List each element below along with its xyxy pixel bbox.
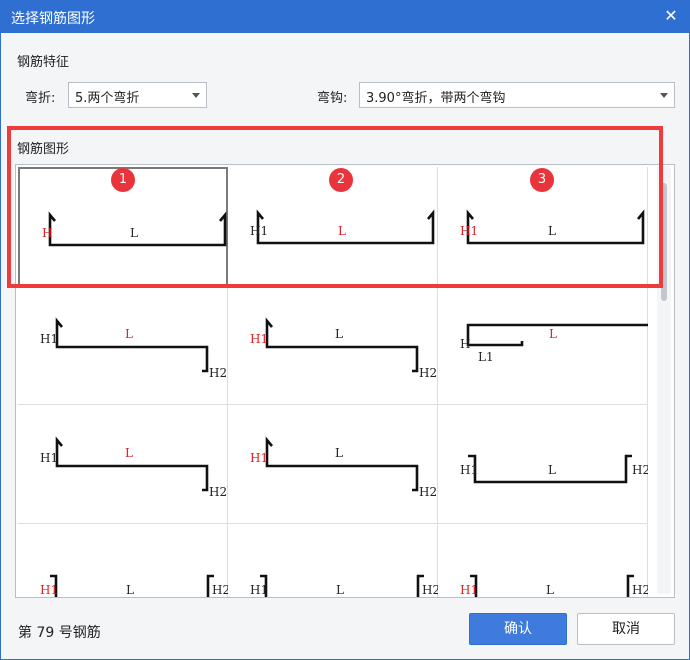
- dimension-label: H1: [40, 451, 58, 465]
- rebar-shape-diagram: H1 L H2: [460, 574, 648, 597]
- rebar-shape-option[interactable]: H1 L H2: [438, 405, 648, 524]
- scrollbar-thumb[interactable]: [661, 183, 667, 301]
- dimension-label: H2: [632, 583, 648, 597]
- dimension-label: L: [126, 583, 134, 597]
- rebar-shape-diagram: H1 L H2: [250, 317, 437, 380]
- dimension-label: L: [130, 226, 138, 240]
- rebar-shape-diagram: H1 L H2: [40, 574, 228, 597]
- dimension-label: H: [460, 337, 470, 351]
- rebar-shape-option[interactable]: H1 L H2: [438, 524, 648, 597]
- dimension-label: H1: [250, 451, 268, 465]
- dimension-label: H2: [209, 366, 227, 380]
- hook-label: 弯钩:: [317, 91, 348, 106]
- dimension-label: L: [548, 224, 556, 238]
- bend-select[interactable]: 5.两个弯折: [68, 82, 207, 108]
- bend-select-value: 5.两个弯折: [75, 91, 140, 106]
- dimension-label: L: [549, 327, 557, 341]
- dimension-label: H2: [419, 485, 437, 499]
- bend-label: 弯折:: [25, 91, 56, 106]
- dimension-label: H2: [209, 485, 227, 499]
- dimension-label: H2: [422, 583, 438, 597]
- rebar-line: [466, 323, 648, 347]
- dimension-label: H1: [460, 224, 478, 238]
- badge-2: 2: [329, 168, 353, 192]
- hook-select[interactable]: 3.90°弯折，带两个弯钩: [359, 82, 675, 108]
- rebar-number-status: 第 79 号钢筋: [18, 625, 101, 641]
- rebar-shape-option[interactable]: H1 L H2: [228, 524, 438, 597]
- rebar-shape-option[interactable]: H1 L H2: [18, 524, 228, 597]
- dimension-label: H1: [460, 463, 478, 477]
- rebar-shape-option[interactable]: H1 L H2: [18, 286, 228, 405]
- dimension-label: L: [338, 224, 346, 238]
- dimension-label: L1: [478, 350, 494, 364]
- cancel-button[interactable]: 取消: [577, 613, 675, 645]
- badge-1: 1: [111, 168, 135, 192]
- dimension-label: H1: [250, 224, 268, 238]
- dimension-label: H2: [632, 463, 648, 477]
- dimension-label: L: [336, 583, 344, 597]
- dimension-label: H2: [419, 366, 437, 380]
- chevron-down-icon: [192, 93, 200, 98]
- dimension-label: H1: [250, 332, 268, 346]
- rebar-shape-option[interactable]: H L L1: [438, 286, 648, 405]
- title-bar: 选择钢筋图形 ✕: [1, 1, 689, 33]
- dimension-label: H1: [40, 583, 58, 597]
- dimension-label: L: [125, 327, 133, 341]
- chevron-down-icon: [660, 93, 668, 98]
- rebar-shape-diagram: H1 L H2: [460, 454, 648, 484]
- dimension-label: H2: [212, 583, 228, 597]
- dimension-label: H1: [40, 332, 58, 346]
- rebar-shape-diagram: H1 L H2: [250, 574, 438, 597]
- window-title: 选择钢筋图形: [11, 11, 95, 27]
- shape-grid: HLH1LH2H1LH2H1LH2H1LH2HLL1H1LH2H1LH2H1LH…: [15, 164, 675, 598]
- dimension-label: L: [546, 583, 554, 597]
- vertical-scrollbar[interactable]: [657, 166, 671, 594]
- dimension-label: H: [42, 226, 52, 240]
- rebar-shape-diagram: H1 L H2: [40, 436, 227, 499]
- select-rebar-shape-dialog: 选择钢筋图形 ✕ 钢筋特征 弯折: 5.两个弯折 弯钩: 3.90°弯折，带两个…: [0, 0, 690, 660]
- rebar-shape-option[interactable]: H1 L H2: [18, 405, 228, 524]
- shapes-section-label: 钢筋图形: [17, 142, 70, 157]
- rebar-shape-diagram: H1 L H2: [40, 317, 227, 380]
- dimension-label: L: [335, 446, 343, 460]
- rebar-shape-diagram: H1 L H2: [250, 436, 437, 499]
- badge-3: 3: [530, 168, 554, 192]
- hook-select-value: 3.90°弯折，带两个弯钩: [366, 91, 506, 106]
- close-icon[interactable]: ✕: [661, 6, 681, 26]
- dimension-label: L: [335, 327, 343, 341]
- rebar-shape-option[interactable]: H1 L H2: [228, 286, 438, 405]
- features-section-label: 钢筋特征: [17, 55, 70, 70]
- rebar-shape-diagram: H L L1: [460, 323, 648, 364]
- dimension-label: L: [548, 463, 556, 477]
- rebar-shape-option[interactable]: H1 L H2: [228, 405, 438, 524]
- confirm-button[interactable]: 确认: [469, 613, 567, 645]
- dimension-label: L: [125, 446, 133, 460]
- dimension-label: H1: [460, 583, 478, 597]
- dimension-label: H1: [250, 583, 268, 597]
